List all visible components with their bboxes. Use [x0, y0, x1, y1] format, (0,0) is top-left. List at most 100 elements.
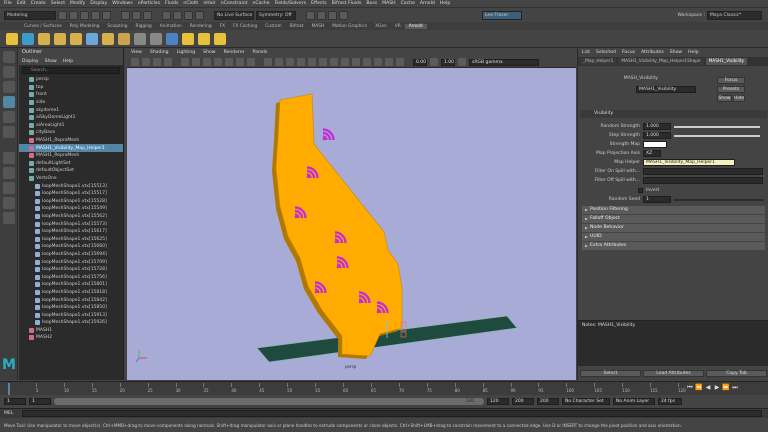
outliner-item[interactable]: loopMeshShape1.vtx[15625]	[19, 235, 123, 243]
collapsed-section[interactable]: Falloff Object	[582, 215, 765, 223]
menu-ncache[interactable]: nCache	[252, 1, 269, 6]
invert-checkbox[interactable]	[638, 188, 643, 193]
outliner-item[interactable]: loopMeshShape1.vtx[15850]	[19, 304, 123, 312]
shadows-icon[interactable]	[319, 58, 327, 66]
shelf-tab-mash[interactable]: MASH	[308, 24, 329, 29]
scale-tool-icon[interactable]	[3, 126, 15, 138]
physical-sky-icon[interactable]	[118, 32, 130, 45]
attr-field-input[interactable]	[643, 177, 763, 184]
grid-toggle-icon[interactable]	[181, 58, 189, 66]
outliner-menu-show[interactable]: Show	[45, 59, 57, 64]
copy-tab-button[interactable]: Copy Tab	[706, 369, 767, 377]
render-icon[interactable]	[306, 10, 315, 20]
lasso-tool-icon[interactable]	[3, 66, 15, 78]
menu-fluids[interactable]: Fluids	[165, 1, 178, 6]
hypershade-icon[interactable]	[339, 10, 348, 20]
menu-create[interactable]: Create	[31, 1, 46, 6]
outliner-item[interactable]: loopMeshShape1.vtx[15617]	[19, 228, 123, 236]
play-forward-icon[interactable]: ▶	[713, 384, 721, 392]
range-end-field[interactable]: 120	[487, 398, 509, 405]
undo-icon[interactable]	[91, 10, 100, 20]
menu-help[interactable]: Help	[440, 1, 450, 6]
outliner-item[interactable]: defaultLightSet	[19, 160, 123, 168]
shelf-tab-xgen[interactable]: XGen	[371, 24, 391, 29]
anti-aliasing-icon[interactable]	[352, 58, 360, 66]
notes-area[interactable]: Notes: MASH1_Visibility	[578, 320, 768, 366]
shelf-tab-vr[interactable]: VR	[391, 24, 405, 29]
load-attributes-button[interactable]: Load Attributes	[643, 369, 704, 377]
shelf-tab-curves-surfaces[interactable]: Curves / Surfaces	[20, 24, 66, 29]
image-plane-icon[interactable]	[164, 58, 172, 66]
attr-menu-show[interactable]: Show	[670, 50, 682, 55]
outliner-item[interactable]: loopMeshShape1.vtx[15842]	[19, 296, 123, 304]
scene-view[interactable]: persp	[127, 68, 576, 380]
menu-boss[interactable]: Boss	[366, 1, 377, 6]
attr-menu-attributes[interactable]: Attributes	[641, 50, 664, 55]
select-object-icon[interactable]	[132, 10, 141, 20]
menu-edit[interactable]: Edit	[17, 1, 26, 6]
wireframe-on-shaded-icon[interactable]	[286, 58, 294, 66]
go-start-icon[interactable]: ⏮	[686, 384, 694, 392]
collapsed-section[interactable]: UUID	[582, 233, 765, 241]
menu-windows[interactable]: Windows	[112, 1, 133, 6]
gamma-field[interactable]: 1.00	[441, 58, 455, 66]
collapsed-section[interactable]: Extra Attributes	[582, 242, 765, 250]
time-slider[interactable]: 1510152025303540455055606570758085909510…	[0, 381, 768, 395]
ipr-render-icon[interactable]	[317, 10, 326, 20]
outliner-item[interactable]: loopMeshShape1.vtx[15517]	[19, 190, 123, 198]
select-button[interactable]: Select	[580, 369, 641, 377]
mode-selector[interactable]: Modeling	[4, 10, 56, 20]
menu-cache[interactable]: Cache	[401, 1, 415, 6]
shelf-tab-animation[interactable]: Animation	[156, 24, 186, 29]
select-tool-icon[interactable]	[3, 51, 15, 63]
live-surface-field[interactable]: No Live Surface	[214, 10, 254, 20]
menu-modify[interactable]: Modify	[70, 1, 85, 6]
snap-curve-icon[interactable]	[173, 10, 182, 20]
persp-outliner-icon[interactable]	[3, 182, 15, 194]
range-bar[interactable]: 120	[54, 398, 484, 405]
menu-mash[interactable]: MASH	[382, 1, 395, 6]
xray-joints-icon[interactable]	[385, 58, 393, 66]
step-forward-icon[interactable]: ⏩	[722, 384, 730, 392]
use-lights-icon[interactable]	[308, 58, 316, 66]
outliner-item[interactable]: loopMeshShape1.vtx[15709]	[19, 258, 123, 266]
outliner-item[interactable]: VertsOne	[19, 175, 123, 183]
outliner-item[interactable]: MASH1_ReproMesh	[19, 137, 123, 145]
gamma-icon[interactable]	[430, 58, 438, 66]
ambient-occlusion-icon[interactable]	[330, 58, 338, 66]
camera-attributes-icon[interactable]	[142, 58, 150, 66]
menu-ncloth[interactable]: nCloth	[183, 1, 198, 6]
collapsed-section[interactable]: Position Filtering	[582, 206, 765, 214]
range-start-field[interactable]: 1	[29, 398, 51, 405]
paint-select-icon[interactable]	[3, 81, 15, 93]
safe-action-icon[interactable]	[236, 58, 244, 66]
menu-display[interactable]: Display	[90, 1, 107, 6]
open-scene-icon[interactable]	[69, 10, 78, 20]
hide-button[interactable]: Hide	[733, 95, 745, 102]
user-account[interactable]: Lee Fraser	[482, 10, 522, 20]
camera-select-icon[interactable]	[131, 58, 139, 66]
random-seed-slider[interactable]	[674, 198, 764, 201]
presets-button[interactable]: Presets	[717, 86, 745, 93]
outliner-item[interactable]: aiAreaLight1	[19, 122, 123, 130]
current-frame-marker[interactable]	[8, 383, 10, 395]
viewport-menu-lighting[interactable]: Lighting	[177, 50, 196, 55]
area-light-icon[interactable]	[38, 32, 50, 45]
gate-mask-icon[interactable]	[214, 58, 222, 66]
photometric-light-icon[interactable]	[70, 32, 82, 45]
resolution-gate-icon[interactable]	[203, 58, 211, 66]
flush-cache-icon[interactable]	[182, 32, 194, 45]
attr-menu-focus[interactable]: Focus	[622, 50, 635, 55]
viewport-menu-shading[interactable]: Shading	[150, 50, 169, 55]
workspace-selector[interactable]: Maya Classic*	[707, 10, 762, 20]
snap-grid-icon[interactable]	[162, 10, 171, 20]
shelf-tab-sculpting[interactable]: Sculpting	[103, 24, 131, 29]
collapsed-section[interactable]: Node Behavior	[582, 224, 765, 232]
attr-field-slider[interactable]	[674, 125, 760, 128]
viewport-panel[interactable]: View Shading Lighting Show Renderer Panels 0.…	[127, 48, 576, 380]
attr-menu-help[interactable]: Help	[688, 50, 698, 55]
xray-active-icon[interactable]	[396, 58, 404, 66]
outliner-item[interactable]: loopMeshShape1.vtx[15913]	[19, 311, 123, 319]
stand-in-icon[interactable]	[150, 32, 162, 45]
film-gate-icon[interactable]	[192, 58, 200, 66]
